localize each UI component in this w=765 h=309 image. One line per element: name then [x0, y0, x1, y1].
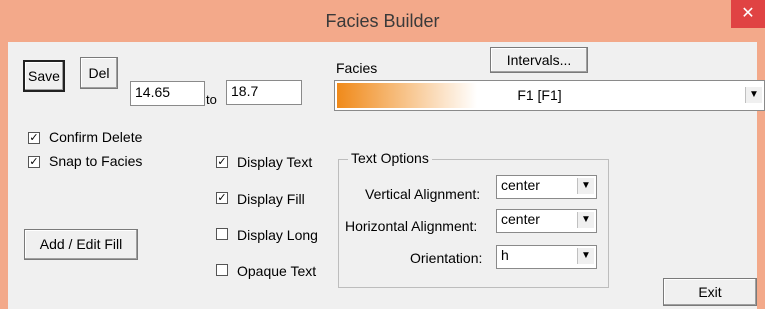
orientation-select[interactable]: h ▼: [496, 245, 597, 269]
intervals-button[interactable]: Intervals...: [490, 47, 588, 73]
window-title: Facies Builder: [325, 11, 440, 31]
facies-dropdown[interactable]: F1 [F1] ▼: [334, 80, 765, 111]
text-options-title: Text Options: [348, 150, 432, 166]
confirm-delete-checkbox[interactable]: ✓: [28, 132, 40, 144]
add-edit-fill-button[interactable]: Add / Edit Fill: [24, 229, 138, 260]
title-bar: Facies Builder ✕: [0, 0, 765, 42]
orientation-value: h: [501, 247, 509, 263]
snap-to-facies-label: Snap to Facies: [49, 153, 143, 169]
display-fill-label: Display Fill: [237, 191, 305, 207]
horizontal-alignment-select[interactable]: center ▼: [496, 209, 597, 233]
chevron-down-icon[interactable]: ▼: [577, 212, 594, 228]
orientation-label: Orientation:: [410, 250, 483, 266]
chevron-down-icon[interactable]: ▼: [745, 87, 762, 103]
opaque-text-label: Opaque Text: [237, 263, 317, 279]
horizontal-alignment-value: center: [501, 211, 540, 227]
interval-end-input[interactable]: 18.7: [226, 80, 302, 105]
facies-selected-value: F1 [F1]: [517, 87, 562, 103]
display-long-checkbox[interactable]: [216, 228, 228, 240]
display-fill-checkbox[interactable]: ✓: [216, 192, 228, 204]
opaque-text-checkbox[interactable]: [216, 264, 228, 276]
dialog-body: Save Del 14.65 to 18.7 Facies Intervals.…: [8, 42, 765, 309]
display-long-label: Display Long: [237, 227, 318, 243]
to-label: to: [206, 92, 217, 107]
display-text-checkbox[interactable]: ✓: [216, 156, 228, 168]
save-button[interactable]: Save: [23, 60, 65, 92]
facies-label: Facies: [336, 60, 378, 76]
vertical-alignment-label: Vertical Alignment:: [365, 186, 481, 202]
exit-button[interactable]: Exit: [663, 278, 757, 306]
snap-to-facies-checkbox[interactable]: ✓: [28, 156, 40, 168]
chevron-down-icon[interactable]: ▼: [577, 178, 594, 194]
horizontal-alignment-label: Horizontal Alignment:: [345, 218, 478, 234]
confirm-delete-label: Confirm Delete: [49, 129, 143, 145]
vertical-alignment-select[interactable]: center ▼: [496, 175, 597, 199]
window-frame-left: [0, 42, 8, 309]
display-text-label: Display Text: [237, 154, 313, 170]
chevron-down-icon[interactable]: ▼: [577, 248, 594, 264]
vertical-alignment-value: center: [501, 177, 540, 193]
interval-start-input[interactable]: 14.65: [130, 81, 205, 106]
close-button[interactable]: ✕: [731, 0, 765, 28]
delete-button[interactable]: Del: [80, 57, 118, 89]
